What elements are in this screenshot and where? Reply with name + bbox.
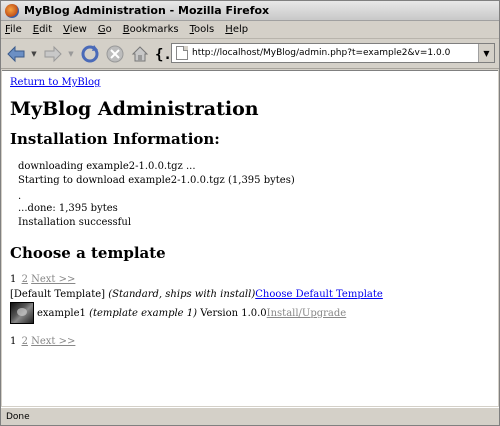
template-desc: (template example 1) <box>89 307 198 319</box>
forward-button[interactable] <box>42 43 64 65</box>
template-name: example1 <box>37 307 86 319</box>
log-line: downloading example2-1.0.0.tgz ... <box>18 161 196 172</box>
log-line: Installation successful <box>18 217 132 228</box>
pager-next[interactable]: Next >> <box>31 336 75 347</box>
default-template-name: [Default Template] <box>10 289 106 300</box>
template-thumbnail <box>10 302 34 324</box>
forward-history-dropdown[interactable]: ▼ <box>67 43 75 65</box>
pager-current: 1 <box>10 274 17 285</box>
default-template-row: [Default Template] (Standard, ships with… <box>10 289 490 300</box>
template-row: example1 (template example 1) Version 1.… <box>10 302 490 324</box>
navigation-toolbar: ▼ ▼ {..} <box>1 39 499 69</box>
menu-tools[interactable]: Tools <box>190 24 215 35</box>
page-title: MyBlog Administration <box>10 98 259 120</box>
forward-arrow-icon <box>44 45 62 62</box>
status-text: Done <box>6 411 30 422</box>
log-line: Starting to download example2-1.0.0.tgz … <box>18 175 295 186</box>
default-template-desc: (Standard, ships with install) <box>108 289 256 300</box>
stop-icon <box>106 45 124 62</box>
menu-file[interactable]: File <box>5 24 22 35</box>
installation-heading: Installation Information: <box>10 130 220 148</box>
choose-default-template-link[interactable]: Choose Default Template <box>255 289 383 300</box>
pager-page-2[interactable]: 2 <box>22 274 28 285</box>
menu-edit[interactable]: Edit <box>33 24 52 35</box>
url-text[interactable]: http://localhost/MyBlog/admin.php?t=exam… <box>192 48 478 58</box>
pager-next[interactable]: Next >> <box>31 274 75 285</box>
menu-bookmarks[interactable]: Bookmarks <box>123 24 179 35</box>
menu-help[interactable]: Help <box>225 24 248 35</box>
reload-button[interactable] <box>79 43 101 65</box>
install-upgrade-link[interactable]: Install/Upgrade <box>267 308 347 319</box>
return-link[interactable]: Return to MyBlog <box>10 77 490 88</box>
home-icon <box>131 45 149 61</box>
log-line: . <box>18 191 22 202</box>
back-history-dropdown[interactable]: ▼ <box>30 43 38 65</box>
title-bar[interactable]: MyBlog Administration - Mozilla Firefox <box>1 1 499 21</box>
home-button[interactable] <box>129 43 151 65</box>
menu-go[interactable]: Go <box>98 24 112 35</box>
browser-window: MyBlog Administration - Mozilla Firefox … <box>0 0 500 426</box>
menu-view[interactable]: View <box>63 24 87 35</box>
template-version: Version 1.0.0 <box>200 307 267 319</box>
pager-top: 1 2 Next >> <box>10 274 490 285</box>
pager-page-2[interactable]: 2 <box>22 336 28 347</box>
address-bar[interactable]: http://localhost/MyBlog/admin.php?t=exam… <box>171 43 495 63</box>
template-heading: Choose a template <box>10 244 166 262</box>
log-line: ...done: 1,395 bytes <box>18 203 118 214</box>
pager-bottom: 1 2 Next >> <box>10 336 490 347</box>
page-icon <box>176 46 188 60</box>
window-title: MyBlog Administration - Mozilla Firefox <box>24 4 270 17</box>
status-bar: Done <box>1 407 499 425</box>
menu-bar: File Edit View Go Bookmarks Tools Help <box>1 21 499 39</box>
firefox-logo-icon <box>5 3 19 18</box>
back-button[interactable] <box>5 43 27 65</box>
back-arrow-icon <box>7 45 25 62</box>
install-log: downloading example2-1.0.0.tgz ... Start… <box>10 160 490 230</box>
url-dropdown-button[interactable]: ▼ <box>478 44 494 62</box>
reload-icon <box>81 44 99 62</box>
page-content: Return to MyBlog MyBlog Administration I… <box>2 70 498 406</box>
stop-button[interactable] <box>104 43 126 65</box>
pager-current: 1 <box>10 336 17 347</box>
